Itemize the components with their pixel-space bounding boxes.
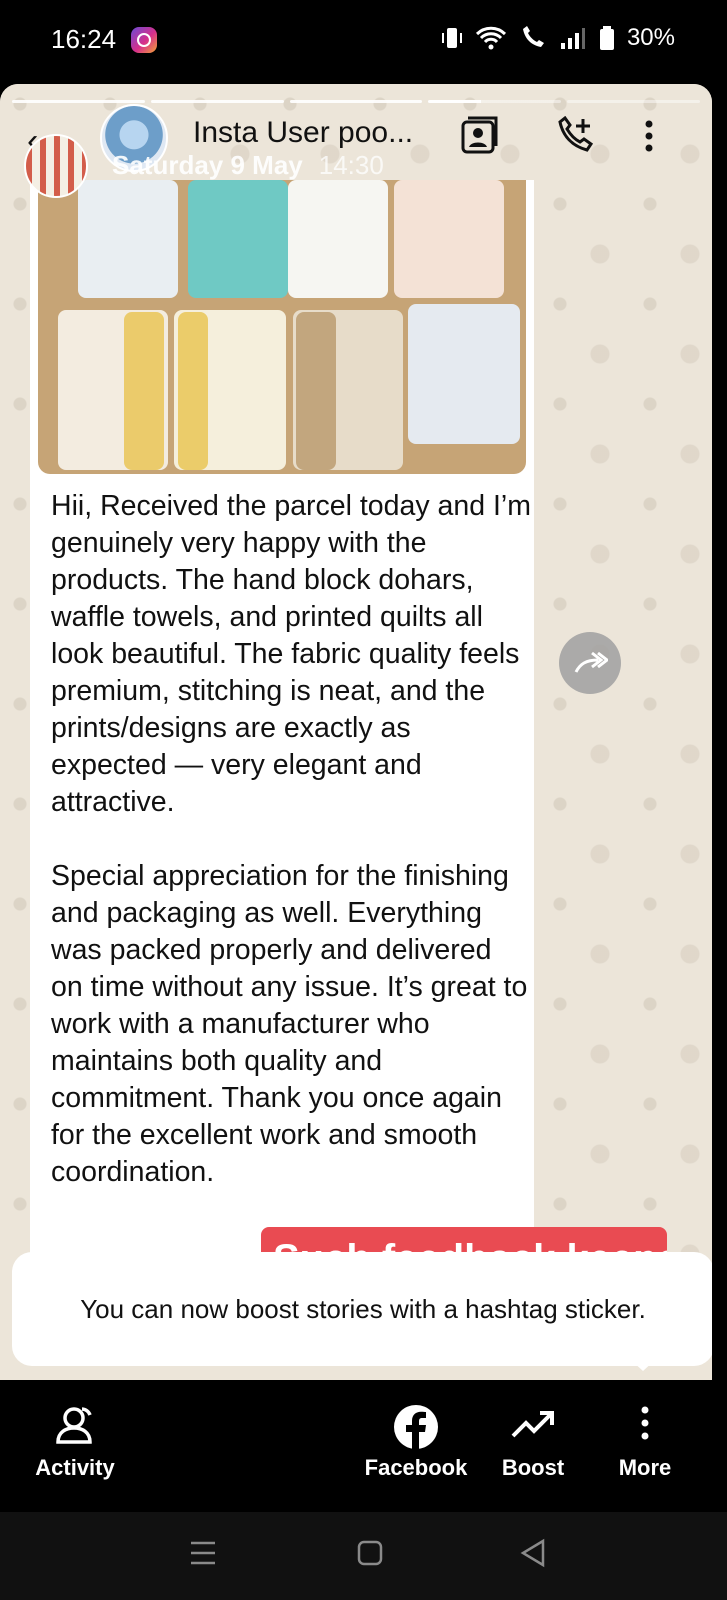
more-button[interactable]: More — [600, 1380, 690, 1512]
home-icon[interactable] — [357, 1538, 383, 1573]
saved-story-icon[interactable] — [460, 116, 500, 161]
recents-icon[interactable] — [190, 1538, 216, 1573]
system-nav-bar — [0, 1512, 727, 1600]
message-text: Hii, Received the parcel today and I’m g… — [51, 490, 531, 1188]
story-viewer[interactable]: Hii, Received the parcel today and I’m g… — [0, 84, 712, 1380]
activity-label: Activity — [35, 1455, 115, 1480]
activity-icon — [52, 1404, 98, 1453]
forward-button[interactable] — [559, 632, 621, 694]
chat-message-bubble: Hii, Received the parcel today and I’m g… — [30, 180, 534, 1340]
time-text: 14:30 — [318, 150, 384, 180]
more-label: More — [618, 1455, 672, 1480]
phone-add-icon[interactable] — [555, 115, 595, 161]
trending-up-icon — [510, 1404, 556, 1449]
facebook-icon — [393, 1404, 439, 1455]
story-header: ‹ Insta User poo... Saturday 9 May 14:30 — [0, 94, 712, 198]
boost-label: Boost — [501, 1455, 565, 1480]
boost-button[interactable]: Boost — [488, 1380, 578, 1512]
more-vertical-icon — [639, 1404, 651, 1449]
story-action-bar: Activity Facebook Boost More — [0, 1380, 727, 1512]
chat-thumbnail — [24, 134, 88, 198]
signal-icon — [560, 28, 585, 49]
boost-tooltip[interactable]: You can now boost stories with a hashtag… — [12, 1252, 712, 1366]
vibrate-icon — [441, 28, 462, 48]
status-time: 16:24 — [51, 24, 117, 54]
status-bar: 16:24 30% — [0, 0, 727, 84]
more-vertical-icon[interactable] — [642, 116, 656, 161]
activity-button[interactable]: Activity — [20, 1380, 130, 1512]
date-text: Saturday 9 May — [112, 150, 303, 180]
story-date: Saturday 9 May 14:30 — [112, 150, 384, 181]
back-icon[interactable] — [520, 1538, 546, 1573]
battery-percent: 30% — [626, 24, 675, 51]
tooltip-text: You can now boost stories with a hashtag… — [80, 1294, 646, 1324]
tooltip-arrow — [630, 1359, 656, 1371]
instagram-icon — [131, 27, 157, 53]
battery-icon — [599, 26, 614, 50]
user-name[interactable]: Insta User poo... — [193, 116, 413, 150]
facebook-label: Facebook — [364, 1455, 468, 1480]
facebook-button[interactable]: Facebook — [356, 1380, 476, 1512]
status-icons: 30% — [441, 24, 675, 52]
wifi-calling-icon — [522, 26, 544, 47]
forward-icon — [574, 651, 608, 673]
wifi-icon — [475, 26, 507, 50]
product-photo — [38, 180, 526, 474]
